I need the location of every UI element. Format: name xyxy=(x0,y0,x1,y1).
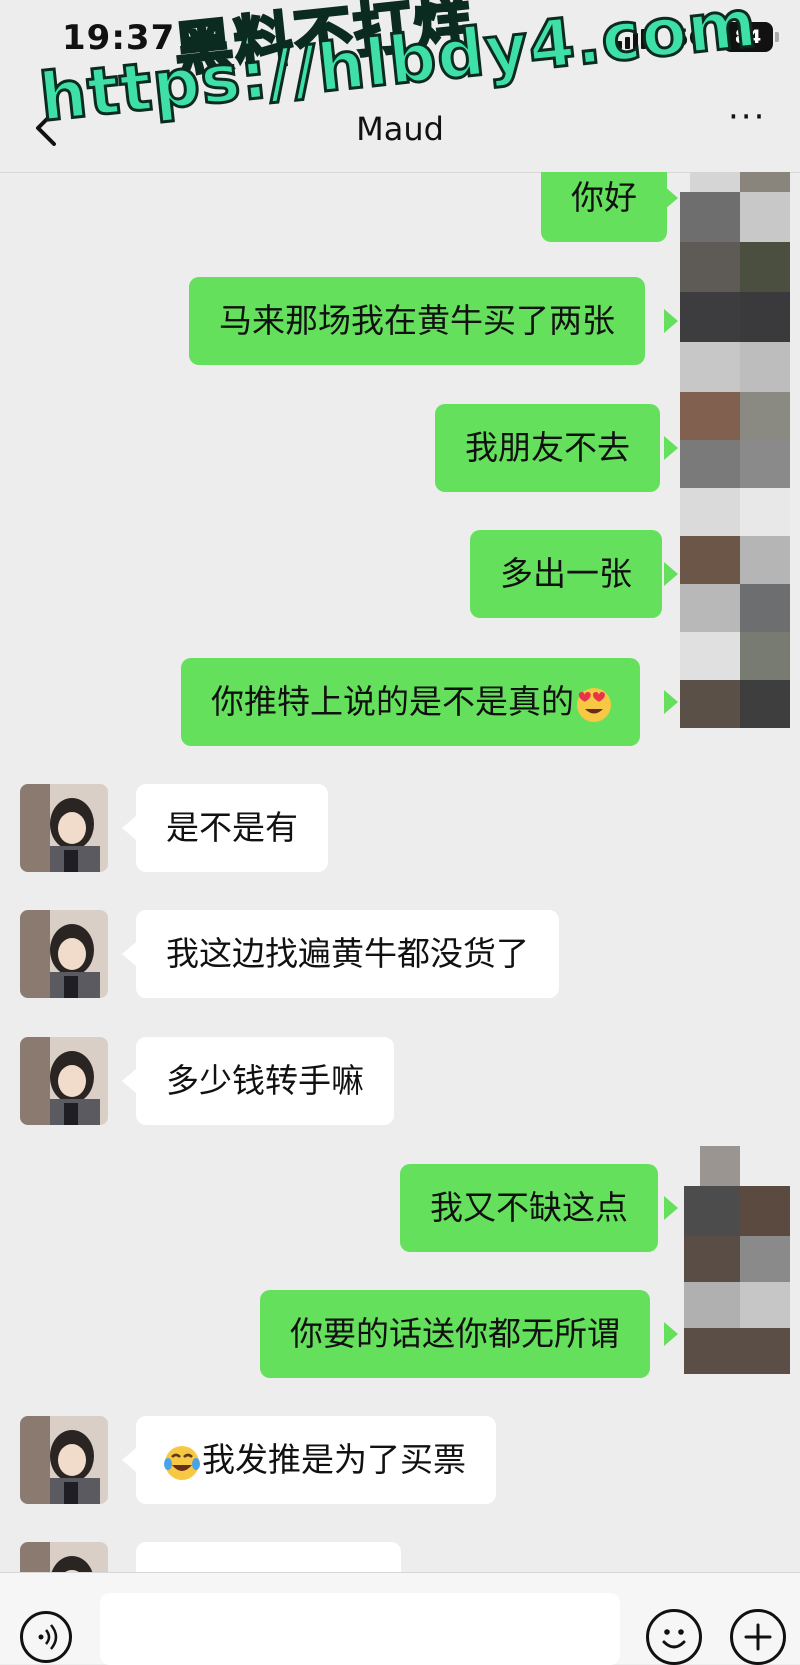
message-bubble[interactable]: 你好 xyxy=(541,172,667,242)
status-bar: 19:37 5G 84 xyxy=(0,0,800,80)
plus-icon xyxy=(744,1623,772,1651)
message-list[interactable]: 你好 马来那场我在黄牛买了两张 我朋友不去 多出一张 你推特上说的是不是真的 是… xyxy=(0,172,800,1572)
message-text: 我发推是为了买票 xyxy=(202,1440,466,1479)
network-label: 5G xyxy=(672,24,709,52)
message-bubble[interactable]: 多出一张 xyxy=(470,530,662,618)
contact-avatar[interactable] xyxy=(20,784,108,872)
chat-header: Maud ··· xyxy=(0,80,800,173)
emoji-button[interactable] xyxy=(646,1609,702,1665)
message-bubble[interactable]: 我朋友不去 xyxy=(435,404,660,492)
more-options-icon[interactable]: ··· xyxy=(728,100,778,134)
status-time: 19:37 xyxy=(62,18,176,58)
battery-icon: 84 xyxy=(723,22,781,52)
blurred-avatar-mosaic xyxy=(684,1146,790,1376)
heart-eyes-emoji-icon xyxy=(577,687,611,722)
message-bubble[interactable]: 是不是有 xyxy=(136,784,328,872)
smiley-icon xyxy=(662,1629,686,1649)
voice-input-button[interactable] xyxy=(20,1611,72,1663)
more-actions-button[interactable] xyxy=(730,1609,786,1665)
message-bubble[interactable]: 多少钱转手嘛 xyxy=(136,1037,394,1125)
signal-icon xyxy=(617,27,657,49)
contact-avatar xyxy=(20,1542,108,1572)
voice-icon xyxy=(38,1624,58,1650)
message-bubble[interactable]: 我又不缺这点 xyxy=(400,1164,658,1252)
message-bubble[interactable]: 我这边找遍黄牛都没货了 xyxy=(136,910,559,998)
blurred-avatar-mosaic xyxy=(680,172,790,862)
message-input[interactable] xyxy=(100,1593,620,1665)
contact-avatar[interactable] xyxy=(20,1037,108,1125)
message-bubble[interactable]: 你推特上说的是不是真的 xyxy=(181,658,640,746)
message-bubble[interactable]: 马来那场我在黄牛买了两张 xyxy=(189,277,645,365)
contact-avatar[interactable] xyxy=(20,910,108,998)
message-bubble[interactable]: 你要的话送你都无所谓 xyxy=(260,1290,650,1378)
contact-avatar[interactable] xyxy=(20,1416,108,1504)
input-bar xyxy=(0,1572,800,1665)
message-text: 你推特上说的是不是真的 xyxy=(211,682,574,721)
chat-title: Maud xyxy=(356,110,444,148)
battery-level: 84 xyxy=(734,26,762,48)
tears-of-joy-emoji-icon xyxy=(164,1445,200,1480)
message-bubble[interactable]: 我发推是为了买票 xyxy=(136,1416,496,1504)
